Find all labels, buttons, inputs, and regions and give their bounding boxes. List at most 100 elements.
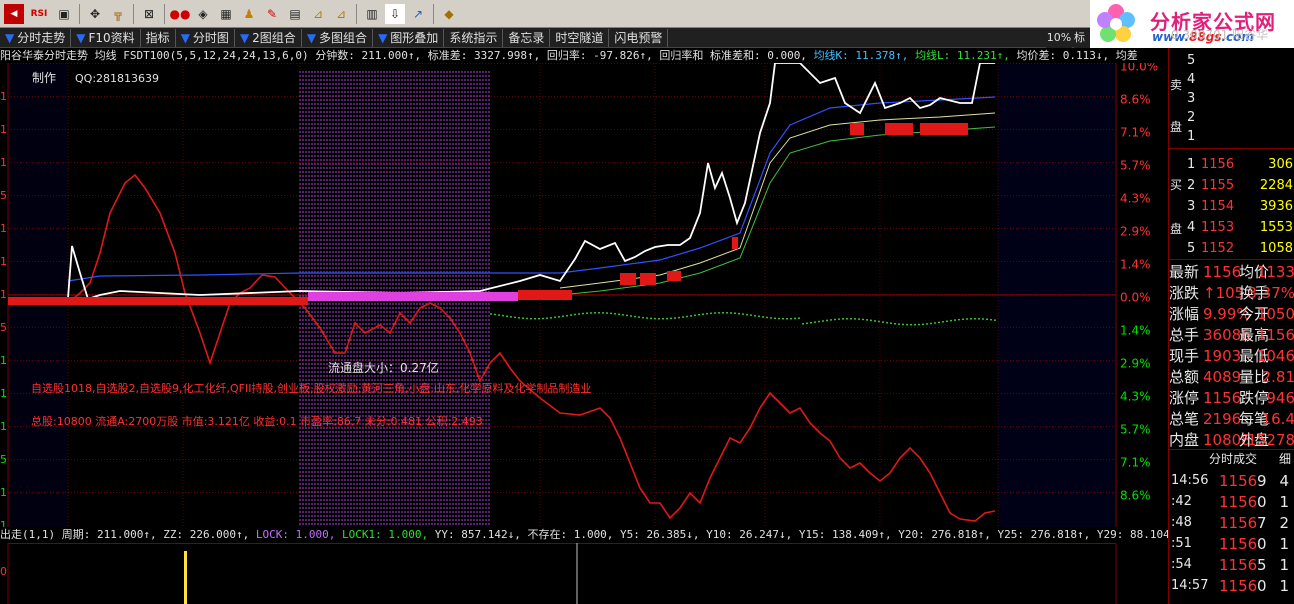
crosshair-icon[interactable]: ✥ bbox=[85, 4, 105, 24]
right-axis-label: 1.4% bbox=[1120, 324, 1151, 338]
volume-dot bbox=[734, 312, 736, 314]
volume-dot bbox=[890, 322, 892, 324]
volume-dot bbox=[702, 313, 704, 315]
tab-8[interactable]: 备忘录 bbox=[503, 28, 551, 47]
volume-dot bbox=[634, 315, 636, 318]
volume-dot bbox=[690, 315, 692, 317]
pencil-icon[interactable]: ✎ bbox=[262, 4, 282, 24]
alarm-icon[interactable]: ♟ bbox=[239, 4, 259, 24]
function-tabs: ▼ 分时走势 ▼ F10资料 指标 ▼ 分时图 ▼ 2图组合 ▼ 多图组合 ▼ 图形叠加 系统指示 备忘录时… bbox=[0, 28, 1090, 48]
ask-label: 盘 bbox=[1170, 120, 1183, 134]
volume-dot bbox=[858, 318, 860, 320]
right-axis-label: 7.1% bbox=[1120, 456, 1151, 470]
divider bbox=[1169, 259, 1294, 260]
delete-icon[interactable]: ⊠ bbox=[139, 4, 159, 24]
volume-dot bbox=[558, 316, 560, 318]
tab-3[interactable]: ▼ 分时图 bbox=[176, 28, 235, 47]
draw-line-icon[interactable]: ╦ bbox=[108, 4, 128, 24]
tab-1[interactable]: ▼ F10资料 bbox=[71, 28, 141, 47]
left-axis-label: 5 bbox=[0, 453, 7, 466]
volume-dot bbox=[882, 321, 884, 323]
readout-segment: 均价差: 0.113↓, 均差 bbox=[1016, 49, 1138, 62]
right-axis-label: 0.0% bbox=[1120, 291, 1151, 305]
bid-level-row: 5 1152 1058 bbox=[1187, 241, 1293, 256]
stat-row: 总手 36086 最高 1156 bbox=[1169, 326, 1294, 344]
volume-dot bbox=[846, 318, 848, 320]
left-axis-label: 1 bbox=[0, 90, 7, 103]
right-axis-label: 8.6% bbox=[1120, 93, 1151, 107]
dropdown-arrow-icon: ▼ bbox=[5, 30, 15, 45]
shares-label: 总股:10800 流通A:2700万股 市值:3.121亿 收益:0.1 市盈率… bbox=[31, 414, 483, 428]
chart-icon[interactable]: ↗ bbox=[408, 4, 428, 24]
left-axis-label: 1 bbox=[0, 123, 7, 136]
ticker-icon[interactable]: ●● bbox=[170, 4, 191, 24]
volume-dot bbox=[542, 317, 544, 320]
volume-dot bbox=[822, 320, 824, 322]
image-icon[interactable]: ▤ bbox=[285, 4, 305, 24]
volume-dot bbox=[630, 315, 632, 317]
left-axis-label: 1 bbox=[0, 222, 7, 235]
tab-label: 指标 bbox=[145, 30, 170, 45]
tab-9[interactable]: 时空隧道 bbox=[550, 28, 610, 47]
volume-dot bbox=[658, 317, 660, 320]
download-icon[interactable]: ⇩ bbox=[385, 3, 405, 24]
float-size-label: 流通盘大小：0.27亿 bbox=[328, 360, 439, 375]
tick-row: :54 1156 5 1 bbox=[1171, 556, 1289, 574]
volume-dot bbox=[834, 318, 836, 321]
volume-dot bbox=[902, 323, 904, 326]
volume-dot bbox=[638, 316, 640, 318]
grid-icon[interactable]: ▦ bbox=[216, 4, 236, 24]
stat-row: 总额 4089 量比 2.81 bbox=[1169, 368, 1294, 386]
left-axis-label: 5 bbox=[0, 189, 7, 202]
sub-yellow-bar bbox=[184, 551, 187, 604]
indicator-icon[interactable]: ▣ bbox=[54, 4, 74, 24]
oscillator-line bbox=[67, 173, 996, 522]
volume-dot bbox=[862, 318, 864, 321]
dropdown-arrow-icon: ▼ bbox=[76, 30, 86, 45]
intraday-chart[interactable]: 10.0% 8.6% 7.1% 5.7% 4.3% 2.9% 1.4% 0.0% 1.4% 2.9… bbox=[0, 63, 1168, 527]
tab-0[interactable]: ▼ 分时走势 bbox=[0, 28, 72, 47]
signal-block bbox=[850, 123, 864, 135]
volume-dot bbox=[554, 316, 556, 319]
flower-logo-icon bbox=[1097, 4, 1135, 42]
tab-4[interactable]: ▼ 2图组合 bbox=[235, 28, 302, 47]
volume-dot bbox=[906, 323, 908, 326]
stat-row: 涨幅 9.99% 今开 1050 bbox=[1169, 305, 1294, 323]
volume-dot bbox=[770, 317, 772, 319]
angle-alt-icon[interactable]: ⊿ bbox=[331, 4, 351, 24]
tab-2[interactable]: 指标 bbox=[141, 28, 176, 47]
volume-dot bbox=[678, 316, 680, 319]
tab-10[interactable]: 闪电预警 bbox=[609, 28, 669, 47]
sub-indicator-chart[interactable]: 0 bbox=[0, 543, 1168, 604]
tab-6[interactable]: ▼ 图形叠加 bbox=[373, 28, 445, 47]
tab-label: 闪电预警 bbox=[614, 30, 663, 45]
price-line bbox=[67, 63, 995, 301]
volume-dot bbox=[698, 313, 700, 316]
tick-row: :42 1156 0 1 bbox=[1171, 493, 1289, 511]
volume-dot bbox=[950, 319, 952, 322]
right-axis-label: 10.0% bbox=[1120, 63, 1158, 74]
volume-dot bbox=[510, 316, 512, 318]
right-tab[interactable]: 标 bbox=[1074, 28, 1090, 48]
volume-dot bbox=[598, 312, 600, 314]
separator bbox=[79, 3, 80, 24]
volume-dot bbox=[966, 318, 968, 320]
right-axis-label: 5.7% bbox=[1120, 159, 1151, 173]
diamond-icon[interactable]: ◈ bbox=[193, 4, 213, 24]
rsi-icon[interactable]: RSI bbox=[27, 4, 51, 24]
dropdown-arrow-icon: ▼ bbox=[180, 30, 190, 45]
back-icon[interactable]: ◀ bbox=[4, 3, 24, 24]
tab-5[interactable]: ▼ 多图组合 bbox=[302, 28, 374, 47]
signal-block bbox=[920, 123, 968, 135]
zoom-percent-tab[interactable]: 10% bbox=[1046, 28, 1072, 48]
right-axis-label: 2.9% bbox=[1120, 357, 1151, 371]
volume-dot bbox=[802, 323, 804, 325]
star-icon[interactable]: ◆ bbox=[439, 4, 459, 24]
tab-label: 多图组合 bbox=[319, 30, 368, 45]
angle-icon[interactable]: ⊿ bbox=[308, 4, 328, 24]
tab-7[interactable]: 系统指示 bbox=[444, 28, 504, 47]
doc-icon[interactable]: ▥ bbox=[362, 4, 382, 24]
red-block bbox=[518, 290, 572, 300]
volume-dot bbox=[918, 323, 920, 326]
signal-block bbox=[640, 273, 656, 285]
